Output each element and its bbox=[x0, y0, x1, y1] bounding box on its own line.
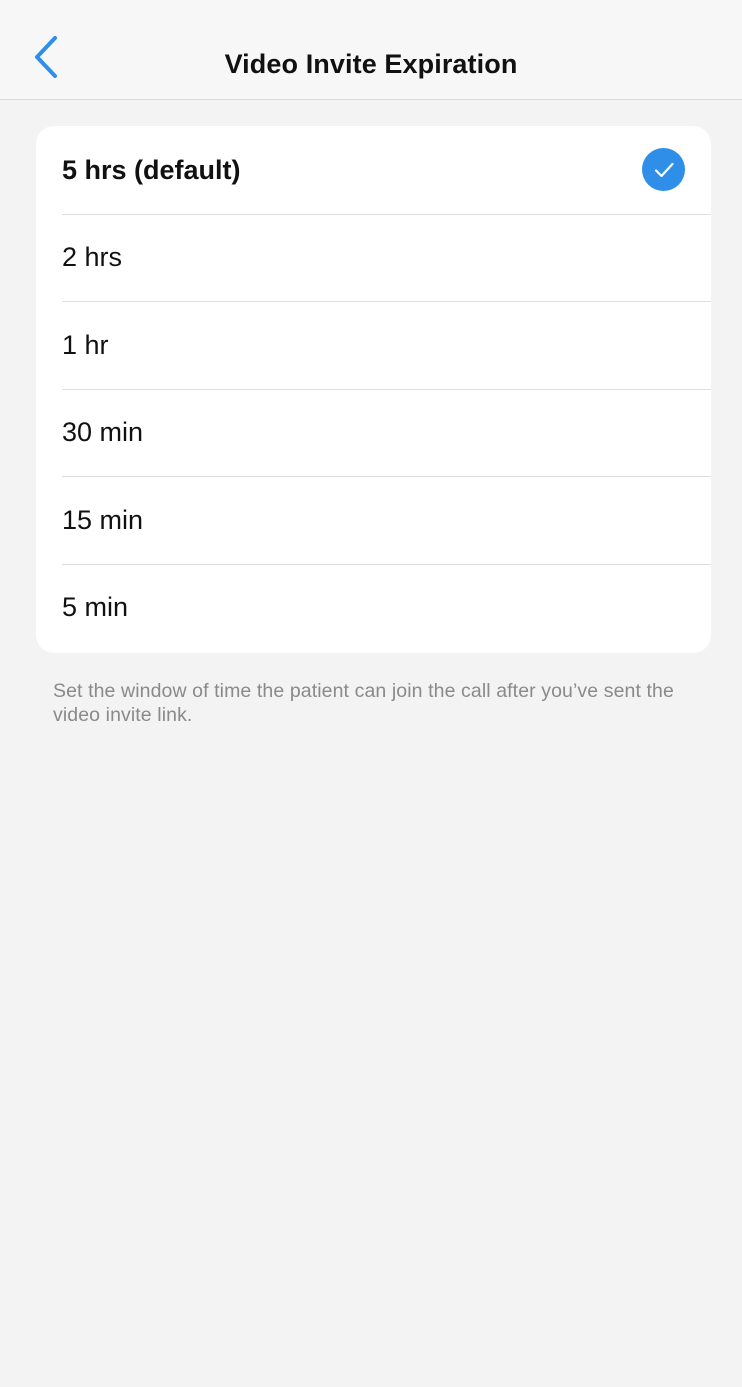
option-1-hr[interactable]: 1 hr bbox=[36, 301, 711, 389]
help-text: Set the window of time the patient can j… bbox=[53, 680, 674, 726]
option-label: 2 hrs bbox=[62, 242, 123, 273]
option-label: 5 hrs (default) bbox=[62, 154, 241, 185]
checkmark-circle-icon bbox=[642, 148, 685, 192]
navigation-bar: Video Invite Expiration bbox=[0, 0, 742, 100]
expiration-options-list: 5 hrs (default) 2 hrs 1 hr 30 min 15 min… bbox=[36, 126, 711, 653]
option-2-hrs[interactable]: 2 hrs bbox=[36, 213, 711, 302]
page-title: Video Invite Expiration bbox=[224, 49, 518, 79]
option-label: 30 min bbox=[62, 417, 144, 448]
option-label: 1 hr bbox=[62, 329, 109, 360]
option-5-hrs-default[interactable]: 5 hrs (default) bbox=[36, 126, 711, 214]
option-label: 15 min bbox=[62, 504, 144, 535]
option-label: 5 min bbox=[62, 592, 129, 623]
option-30-min[interactable]: 30 min bbox=[36, 388, 711, 477]
option-5-min[interactable]: 5 min bbox=[36, 563, 711, 652]
option-15-min[interactable]: 15 min bbox=[36, 476, 711, 564]
